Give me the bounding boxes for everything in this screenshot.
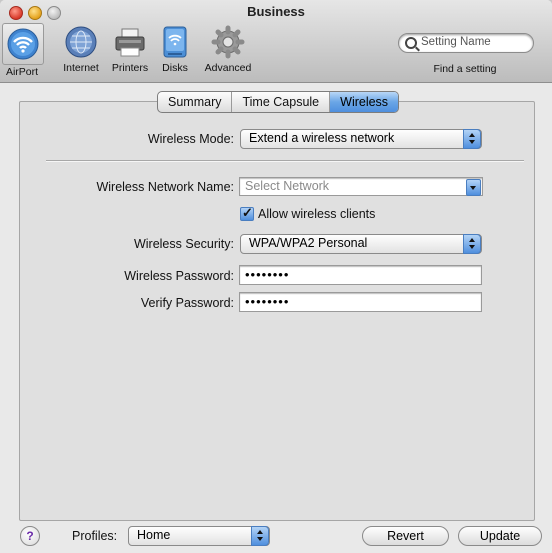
toolbar-label-printers: Printers — [111, 62, 149, 74]
toolbar-item-internet[interactable]: Internet — [58, 23, 104, 74]
printer-icon — [111, 23, 149, 61]
search-icon — [405, 37, 417, 49]
allow-clients-label: Allow wireless clients — [258, 207, 376, 221]
search-field[interactable]: Setting Name — [398, 33, 534, 53]
profiles-value: Home — [137, 528, 171, 542]
chevron-down-icon[interactable] — [466, 179, 481, 196]
network-name-combo[interactable]: Select Network — [239, 177, 483, 196]
toolbar-item-airport[interactable]: AirPort — [2, 23, 44, 78]
network-name-label: Wireless Network Name: — [96, 180, 234, 194]
disk-icon — [156, 23, 194, 61]
tab-summary[interactable]: Summary — [158, 92, 231, 112]
toolbar-label-airport: AirPort — [5, 66, 39, 78]
popup-arrows-icon — [251, 526, 269, 546]
tab-time-capsule[interactable]: Time Capsule — [231, 92, 329, 112]
security-value: WPA/WPA2 Personal — [249, 236, 368, 250]
popup-arrows-icon — [463, 234, 481, 254]
verify-field[interactable]: •••••••• — [239, 292, 482, 312]
verify-label: Verify Password: — [140, 296, 234, 310]
revert-button[interactable]: Revert — [362, 526, 449, 546]
window: Business AirPort Internet Printers Disks… — [0, 0, 552, 553]
profiles-label: Profiles: — [72, 529, 118, 543]
search-caption: Find a setting — [433, 63, 497, 75]
toolbar-item-disks[interactable]: Disks — [155, 23, 195, 74]
security-popup[interactable]: WPA/WPA2 Personal — [240, 234, 482, 254]
wireless-mode-popup[interactable]: Extend a wireless network — [240, 129, 482, 149]
password-value: •••••••• — [245, 267, 290, 282]
search-placeholder: Setting Name — [421, 36, 491, 48]
gear-icon — [209, 23, 247, 61]
security-label: Wireless Security: — [133, 237, 234, 251]
toolbar-label-disks: Disks — [162, 62, 188, 74]
tab-bar: Summary Time Capsule Wireless — [157, 91, 400, 113]
update-button[interactable]: Update — [458, 526, 542, 546]
toolbar-label-advanced: Advanced — [204, 62, 252, 74]
help-button[interactable]: ? — [20, 526, 40, 546]
airport-icon — [2, 23, 44, 65]
network-name-placeholder: Select Network — [245, 179, 330, 193]
section-divider — [46, 160, 524, 162]
titlebar: Business AirPort Internet Printers Disks… — [0, 0, 552, 83]
verify-value: •••••••• — [245, 294, 290, 309]
profiles-popup[interactable]: Home — [128, 526, 270, 546]
popup-arrows-icon — [463, 129, 481, 149]
password-field[interactable]: •••••••• — [239, 265, 482, 285]
toolbar-item-printers[interactable]: Printers — [108, 23, 152, 74]
wireless-mode-label: Wireless Mode: — [147, 132, 234, 146]
toolbar-item-advanced[interactable]: Advanced — [200, 23, 256, 74]
toolbar-label-internet: Internet — [63, 62, 99, 74]
internet-globe-icon — [62, 23, 100, 61]
allow-clients-checkbox[interactable]: ✓ — [240, 205, 254, 221]
window-title: Business — [247, 4, 305, 19]
wireless-mode-value: Extend a wireless network — [249, 131, 395, 145]
tab-wireless[interactable]: Wireless — [329, 92, 399, 112]
password-label: Wireless Password: — [124, 269, 234, 283]
checkmark-icon: ✓ — [242, 205, 253, 220]
